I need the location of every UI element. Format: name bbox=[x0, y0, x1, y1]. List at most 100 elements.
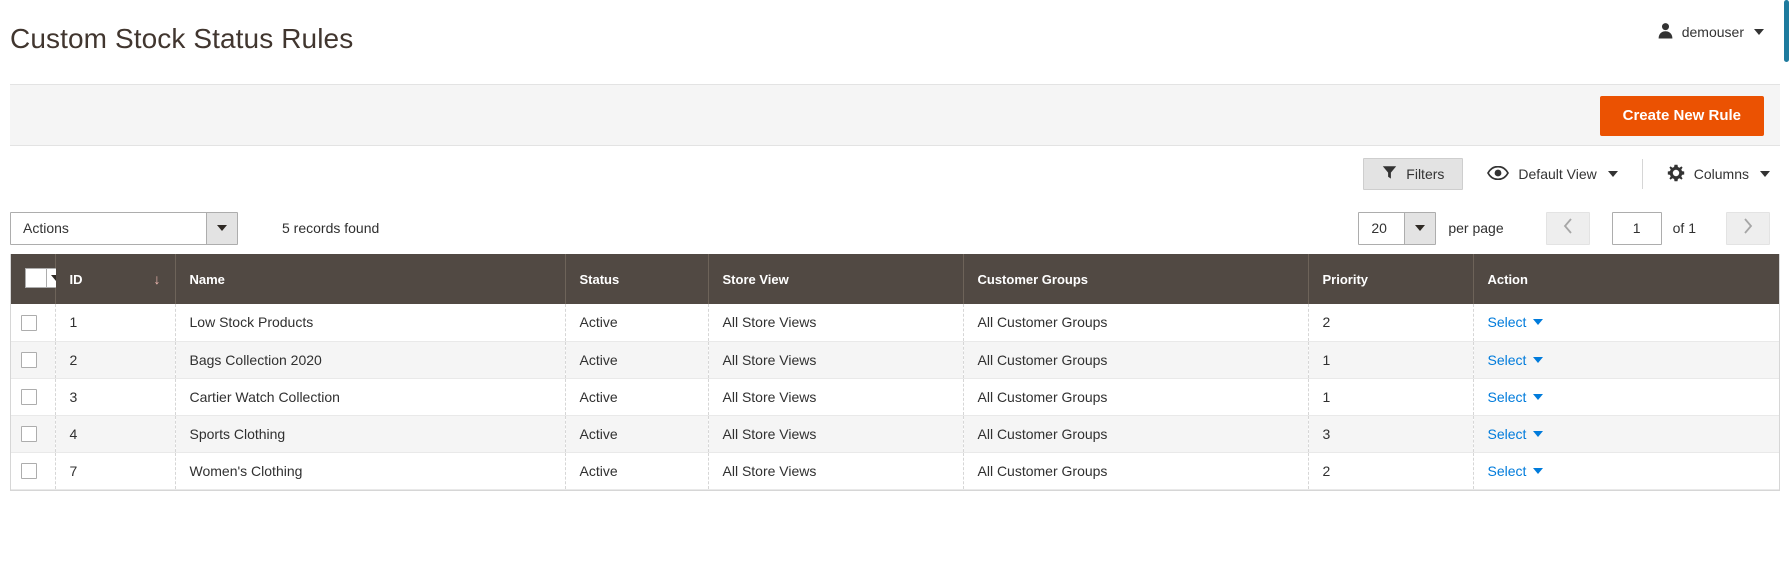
column-header-store-view-label: Store View bbox=[722, 271, 789, 287]
filters-label: Filters bbox=[1406, 166, 1445, 182]
cell-action[interactable]: Select bbox=[1473, 341, 1779, 379]
user-menu[interactable]: demouser bbox=[1657, 22, 1764, 42]
grid-header: ID ↓ Name Status Store View Customer Gro… bbox=[11, 254, 1779, 304]
column-header-priority[interactable]: Priority bbox=[1308, 254, 1474, 304]
row-select-action-label: Select bbox=[1487, 425, 1527, 442]
column-header-customer-groups-label: Customer Groups bbox=[977, 271, 1089, 287]
select-all-checkbox[interactable] bbox=[26, 269, 46, 287]
cell-name: Low Stock Products bbox=[175, 304, 566, 342]
cell-action[interactable]: Select bbox=[1473, 452, 1779, 490]
cell-name: Bags Collection 2020 bbox=[175, 341, 566, 379]
column-header-status[interactable]: Status bbox=[565, 254, 709, 304]
chevron-down-icon bbox=[1533, 319, 1544, 326]
column-header-name-label: Name bbox=[189, 271, 225, 287]
row-checkbox[interactable] bbox=[21, 314, 37, 331]
cell-id: 3 bbox=[55, 378, 176, 416]
next-page-button[interactable] bbox=[1726, 211, 1770, 245]
cell-action[interactable]: Select bbox=[1473, 378, 1779, 416]
column-header-id[interactable]: ID ↓ bbox=[55, 254, 176, 304]
actions-select[interactable]: Actions bbox=[10, 211, 238, 245]
chevron-down-icon bbox=[1533, 393, 1544, 400]
chevron-down-icon bbox=[206, 212, 237, 244]
page-header: Custom Stock Status Rules demouser bbox=[0, 0, 1790, 78]
cell-id: 7 bbox=[55, 452, 176, 490]
row-select-action-label: Select bbox=[1487, 314, 1527, 331]
vertical-scrollbar[interactable] bbox=[1781, 0, 1790, 584]
row-checkbox[interactable] bbox=[21, 389, 37, 406]
grid-body: 1 Low Stock Products Active All Store Views… bbox=[11, 304, 1779, 490]
cell-customer-groups: All Customer Groups bbox=[963, 415, 1309, 453]
row-select-action-label: Select bbox=[1487, 388, 1527, 405]
cell-id: 1 bbox=[55, 304, 176, 342]
cell-status: Active bbox=[565, 452, 709, 490]
chevron-left-icon bbox=[1563, 217, 1573, 239]
cell-priority: 1 bbox=[1308, 341, 1474, 379]
pager: 20 per page of 1 bbox=[1358, 211, 1780, 245]
chevron-down-icon bbox=[1607, 171, 1618, 177]
table-row[interactable]: 1 Low Stock Products Active All Store Views… bbox=[11, 304, 1779, 342]
grid-header-row: ID ↓ Name Status Store View Customer Gro… bbox=[11, 254, 1779, 304]
records-found-label: 5 records found bbox=[282, 220, 380, 236]
per-page-value: 20 bbox=[1371, 220, 1387, 236]
gear-icon bbox=[1667, 164, 1685, 185]
page-number-input[interactable] bbox=[1611, 211, 1662, 245]
row-checkbox-cell[interactable] bbox=[11, 304, 56, 342]
columns-label: Columns bbox=[1693, 166, 1749, 182]
row-select-action[interactable]: Select bbox=[1488, 463, 1544, 479]
cell-customer-groups: All Customer Groups bbox=[963, 341, 1309, 379]
chevron-right-icon bbox=[1743, 217, 1753, 239]
table-row[interactable]: 3 Cartier Watch Collection Active All Store… bbox=[11, 378, 1779, 416]
cell-name: Sports Clothing bbox=[175, 415, 566, 453]
cell-action[interactable]: Select bbox=[1473, 415, 1779, 453]
chevron-down-icon bbox=[1533, 467, 1544, 474]
admin-grid-page: Custom Stock Status Rules demouser Creat… bbox=[0, 0, 1790, 584]
column-header-select-all[interactable] bbox=[11, 254, 65, 304]
cell-customer-groups: All Customer Groups bbox=[963, 304, 1309, 342]
cell-id: 2 bbox=[55, 341, 176, 379]
row-select-action[interactable]: Select bbox=[1488, 389, 1544, 405]
sort-desc-icon: ↓ bbox=[153, 271, 161, 287]
grid-controls: Actions 5 records found 20 per page 1 of… bbox=[10, 202, 1780, 254]
cell-customer-groups: All Customer Groups bbox=[963, 378, 1309, 416]
row-checkbox[interactable] bbox=[21, 352, 37, 369]
table-row[interactable]: 4 Sports Clothing Active All Store Views All… bbox=[11, 415, 1779, 453]
row-select-action-label: Select bbox=[1487, 351, 1527, 368]
column-header-store-view[interactable]: Store View bbox=[708, 254, 964, 304]
user-icon bbox=[1657, 22, 1674, 42]
column-header-status-label: Status bbox=[579, 271, 620, 287]
row-checkbox-cell[interactable] bbox=[11, 415, 56, 453]
table-row[interactable]: 7 Women's Clothing Active All Store Views Al… bbox=[11, 452, 1779, 490]
row-select-action[interactable]: Select bbox=[1488, 314, 1544, 330]
total-pages-label: of 1 bbox=[1672, 220, 1696, 236]
cell-priority: 1 bbox=[1308, 378, 1474, 416]
chevron-down-icon bbox=[1533, 430, 1544, 437]
row-checkbox[interactable] bbox=[21, 463, 37, 480]
default-view-control[interactable]: Default View bbox=[1487, 159, 1643, 189]
row-select-action[interactable]: Select bbox=[1488, 426, 1544, 442]
cell-priority: 2 bbox=[1308, 452, 1474, 490]
row-select-action[interactable]: Select bbox=[1488, 352, 1544, 368]
row-checkbox[interactable] bbox=[21, 426, 37, 443]
row-checkbox-cell[interactable] bbox=[11, 452, 56, 490]
row-checkbox-cell[interactable] bbox=[11, 341, 56, 379]
previous-page-button[interactable] bbox=[1545, 211, 1590, 245]
filters-button[interactable]: Filters bbox=[1363, 158, 1464, 190]
per-page-select[interactable]: 20 bbox=[1358, 211, 1437, 245]
column-header-priority-label: Priority bbox=[1322, 271, 1369, 287]
data-grid-wrapper: ID ↓ Name Status Store View Customer Gro… bbox=[10, 254, 1780, 491]
row-checkbox-cell[interactable] bbox=[11, 378, 56, 416]
columns-control[interactable]: Columns bbox=[1667, 164, 1770, 185]
column-header-action: Action bbox=[1473, 254, 1779, 304]
scrollbar-thumb[interactable] bbox=[1784, 0, 1789, 62]
cell-store-view: All Store Views bbox=[708, 341, 964, 379]
cell-store-view: All Store Views bbox=[708, 378, 964, 416]
user-menu-label: demouser bbox=[1681, 24, 1744, 40]
create-new-rule-button[interactable]: Create New Rule bbox=[1599, 96, 1764, 136]
column-header-name[interactable]: Name bbox=[175, 254, 566, 304]
column-header-customer-groups[interactable]: Customer Groups bbox=[963, 254, 1309, 304]
eye-icon bbox=[1487, 165, 1510, 183]
actions-select-value: Actions bbox=[23, 220, 69, 236]
cell-action[interactable]: Select bbox=[1473, 304, 1779, 342]
funnel-icon bbox=[1382, 165, 1397, 183]
table-row[interactable]: 2 Bags Collection 2020 Active All Store Vie… bbox=[11, 341, 1779, 379]
